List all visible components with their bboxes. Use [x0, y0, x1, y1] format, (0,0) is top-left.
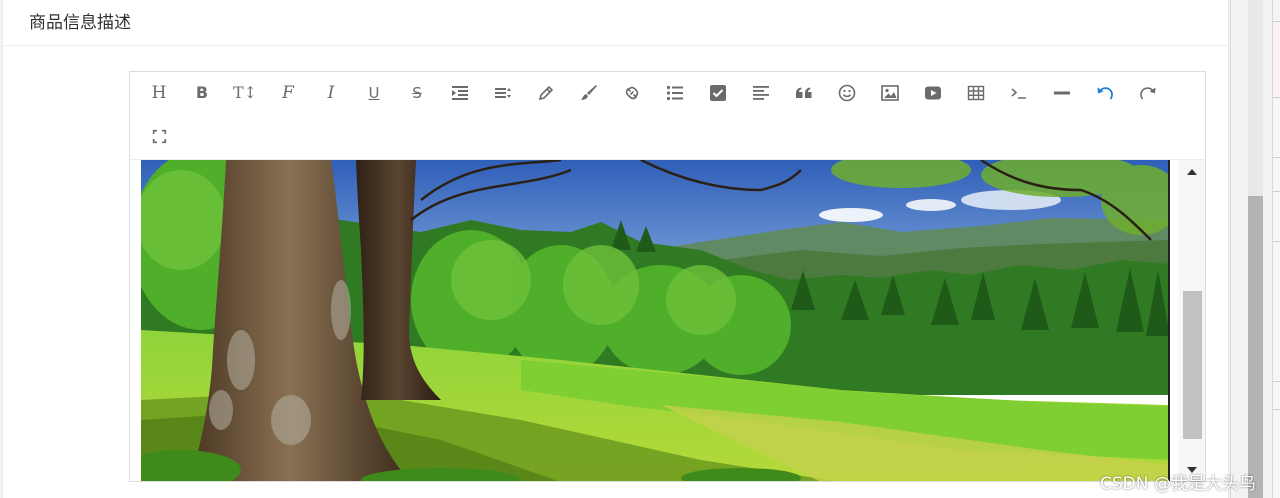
- background-color-button[interactable]: [574, 78, 604, 108]
- page: 商品信息描述 H B T↕ F I U S CSDN @我是大头鸟: [0, 0, 1280, 498]
- underline-button[interactable]: U: [359, 78, 389, 108]
- italic-button[interactable]: I: [316, 78, 346, 108]
- video-button[interactable]: [918, 78, 948, 108]
- code-button[interactable]: [1004, 78, 1034, 108]
- scroll-thumb[interactable]: [1183, 291, 1202, 439]
- italic-icon: I: [327, 82, 335, 103]
- editor-scrollbar[interactable]: [1179, 160, 1205, 481]
- line-height-button[interactable]: [488, 78, 518, 108]
- undo-icon: [1097, 87, 1113, 100]
- code-icon: [1011, 88, 1026, 99]
- align-left-icon: [753, 86, 769, 100]
- page-scrollbar-thumb[interactable]: [1248, 196, 1263, 498]
- heading-button[interactable]: H: [144, 78, 174, 108]
- editor-content[interactable]: [130, 159, 1205, 481]
- card-header: 商品信息描述: [3, 0, 1228, 46]
- horizontal-rule-icon: [1054, 91, 1070, 95]
- font-color-button[interactable]: [531, 78, 561, 108]
- redo-button[interactable]: [1133, 78, 1163, 108]
- watermark: CSDN @我是大头鸟: [1100, 474, 1256, 494]
- image-button[interactable]: [875, 78, 905, 108]
- redo-icon: [1140, 87, 1156, 100]
- side-panel-strip: [1272, 0, 1280, 498]
- smiley-icon: [838, 84, 856, 102]
- indent-button[interactable]: [445, 78, 475, 108]
- quote-icon: [796, 87, 812, 98]
- rich-text-editor: H B T↕ F I U S: [129, 71, 1206, 482]
- undo-button[interactable]: [1090, 78, 1120, 108]
- side-panel-segment: [1273, 158, 1280, 192]
- scroll-up-arrow-icon[interactable]: [1187, 169, 1197, 175]
- video-icon: [925, 86, 941, 100]
- strikethrough-button[interactable]: S: [402, 78, 432, 108]
- justify-button[interactable]: [746, 78, 776, 108]
- indent-icon: [452, 86, 468, 100]
- fullscreen-button[interactable]: [144, 121, 174, 151]
- font-family-icon: F: [282, 82, 294, 103]
- font-family-button[interactable]: F: [273, 78, 303, 108]
- underline-icon: U: [368, 83, 380, 102]
- side-panel-segment: [1273, 242, 1280, 382]
- checkbox-icon: [710, 85, 726, 101]
- image-icon: [881, 85, 899, 101]
- card-title: 商品信息描述: [29, 13, 131, 33]
- bold-button[interactable]: B: [187, 78, 217, 108]
- link-icon: [625, 86, 639, 100]
- strikethrough-icon: S: [412, 83, 422, 102]
- side-panel-segment: [1273, 0, 1280, 22]
- table-button[interactable]: [961, 78, 991, 108]
- heading-icon: H: [151, 82, 167, 103]
- product-description-card: 商品信息描述 H B T↕ F I U S: [2, 0, 1229, 498]
- split-line-button[interactable]: [1047, 78, 1077, 108]
- quote-button[interactable]: [789, 78, 819, 108]
- todo-button[interactable]: [703, 78, 733, 108]
- fullscreen-icon: [152, 129, 166, 143]
- page-scrollbar-area: [1230, 0, 1280, 498]
- side-panel-segment: [1273, 22, 1280, 98]
- side-panel-segment: [1273, 98, 1280, 158]
- pencil-icon: [538, 85, 554, 101]
- line-height-icon: [495, 88, 511, 98]
- list-icon: [666, 85, 683, 101]
- brush-icon: [581, 85, 597, 100]
- side-panel-segment: [1273, 382, 1280, 410]
- font-size-icon: T↕: [232, 83, 258, 102]
- table-icon: [967, 85, 985, 101]
- side-panel-segment: [1273, 192, 1280, 242]
- forest-meadow-image: [141, 160, 1170, 481]
- list-button[interactable]: [660, 78, 690, 108]
- editor-toolbar: H B T↕ F I U S: [130, 72, 1205, 159]
- emoticon-button[interactable]: [832, 78, 862, 108]
- link-button[interactable]: [617, 78, 647, 108]
- font-size-button[interactable]: T↕: [230, 78, 260, 108]
- bold-icon: B: [195, 83, 209, 102]
